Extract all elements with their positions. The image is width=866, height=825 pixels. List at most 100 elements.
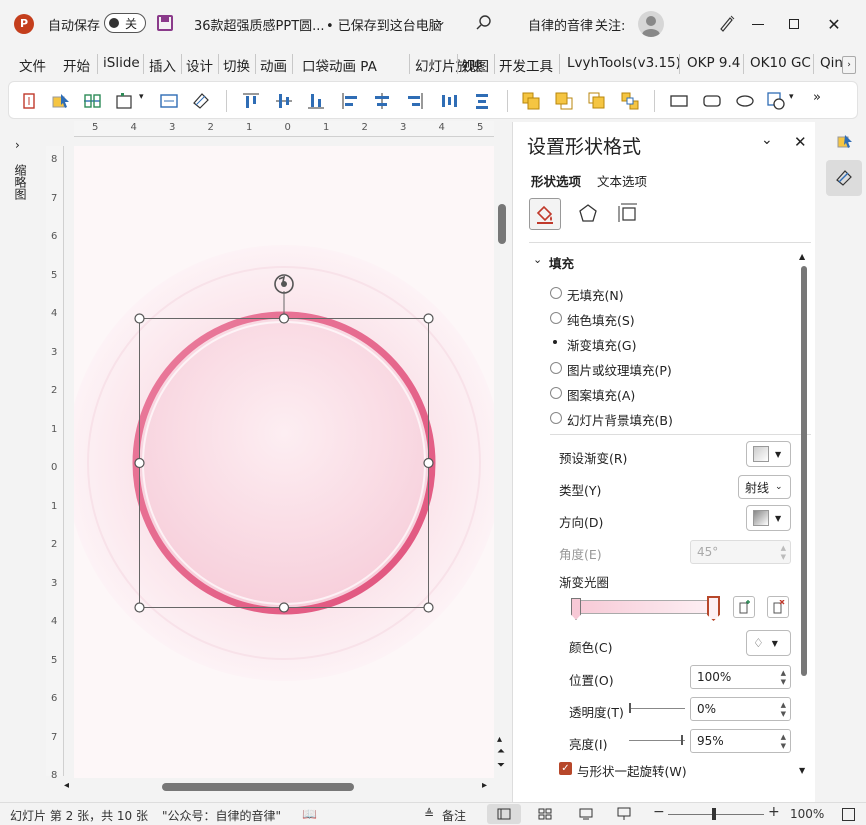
label-solid-fill[interactable]: 纯色填充(S) [567, 310, 635, 329]
add-stop-icon[interactable] [733, 596, 755, 618]
spin-up-icon[interactable]: ▲ [781, 733, 786, 741]
chevron-down-icon[interactable]: ⌄ [436, 14, 446, 28]
scroll-up-icon[interactable]: ▲ [799, 252, 805, 261]
bring-to-front-icon[interactable] [587, 91, 607, 111]
menu-pocket-animation[interactable]: 口袋动画 PA [302, 55, 377, 75]
bring-forward-icon[interactable] [521, 91, 541, 111]
reading-view-icon[interactable] [576, 805, 596, 823]
thumbnail-label[interactable]: 缩略图 [12, 164, 29, 200]
scroll-right-icon[interactable]: ▸ [482, 780, 487, 791]
radio-solid-fill[interactable] [550, 312, 562, 324]
spin-down-icon[interactable]: ▼ [781, 742, 786, 750]
select-shape-icon[interactable] [51, 91, 71, 111]
label-pattern-fill[interactable]: 图案填充(A) [567, 385, 635, 404]
slide-counter[interactable]: 幻灯片 第 2 张，共 10 张 [10, 807, 148, 824]
menu-file[interactable]: 文件 [19, 55, 46, 75]
expand-thumbnails-icon[interactable]: › [15, 138, 20, 152]
gradient-stop-handle-right[interactable] [707, 596, 720, 621]
scrollbar-thumb[interactable] [162, 783, 354, 791]
label-gradient-fill[interactable]: 渐变填充(G) [567, 335, 636, 354]
format-shape-toggle-icon[interactable] [826, 160, 862, 196]
section-fill-label[interactable]: 填充 [549, 253, 574, 272]
menu-animations[interactable]: 动画 [260, 55, 287, 75]
slide-canvas[interactable] [74, 146, 494, 778]
save-status[interactable]: • 已保存到这台电脑 [326, 15, 442, 34]
radio-slide-bg-fill[interactable] [550, 412, 562, 424]
avatar[interactable] [638, 11, 664, 37]
dropdown-arrow-icon[interactable]: ▾ [789, 92, 794, 102]
section-collapse-icon[interactable]: ⌄ [533, 253, 542, 266]
menu-transitions[interactable]: 切换 [223, 55, 250, 75]
zoom-in-icon[interactable]: + [768, 804, 780, 820]
align-right-icon[interactable] [405, 91, 425, 111]
menu-qin[interactable]: Qin [820, 55, 842, 71]
prev-slide-icon[interactable]: ⏶ [497, 746, 505, 757]
tab-text-options[interactable]: 文本选项 [597, 171, 647, 190]
label-no-fill[interactable]: 无填充(N) [567, 285, 624, 304]
notes-icon[interactable]: ≜ [424, 807, 434, 821]
menu-lvyhtools[interactable]: LvyhTools(v3.15) [567, 55, 681, 71]
type-dropdown[interactable]: 射线 ⌄ [738, 475, 791, 499]
align-connect-icon[interactable] [82, 91, 102, 111]
gradient-stop-handle-left[interactable] [571, 598, 581, 620]
brightness-input[interactable]: 95% ▲ ▼ [690, 729, 791, 753]
distribute-vertical-icon[interactable] [472, 91, 492, 111]
zoom-slider[interactable] [668, 808, 764, 820]
zoom-level[interactable]: 100% [790, 807, 824, 821]
color-picker-dropdown[interactable]: ♢ ▼ [746, 630, 791, 656]
scrollbar-thumb[interactable] [498, 204, 506, 244]
radio-pattern-fill[interactable] [550, 387, 562, 399]
menu-islide[interactable]: iSlide [103, 55, 140, 71]
shapes-gallery-icon[interactable] [766, 91, 786, 111]
pen-icon[interactable] [718, 14, 736, 32]
horizontal-ruler[interactable]: 5 4 3 2 1 0 1 2 3 4 5 [74, 121, 494, 137]
scroll-down-icon[interactable]: ▼ [799, 766, 805, 775]
spin-down-icon[interactable]: ▼ [781, 710, 786, 718]
position-input[interactable]: 100% ▲ ▼ [690, 665, 791, 689]
dropdown-arrow-icon[interactable]: ▾ [139, 92, 144, 102]
vertical-ruler[interactable]: 8 7 6 5 4 3 2 1 0 1 2 3 4 5 6 7 8 [46, 146, 64, 781]
ribbon-more-icon[interactable]: » [813, 90, 821, 105]
menu-okp[interactable]: OKP 9.4 [687, 55, 740, 71]
align-top-icon[interactable] [241, 91, 261, 111]
rotate-with-shape-label[interactable]: 与形状一起旋转(W) [577, 761, 687, 780]
spin-up-icon[interactable]: ▲ [781, 701, 786, 709]
rectangle-shape-icon[interactable] [669, 91, 689, 111]
horizontal-scrollbar[interactable]: ◂ ▸ [64, 780, 494, 794]
slide-sorter-icon[interactable] [535, 805, 555, 823]
menu-ok10[interactable]: OK10 GC [750, 55, 811, 71]
zoom-out-icon[interactable]: − [653, 804, 665, 820]
radio-picture-fill[interactable] [550, 362, 562, 374]
preset-gradient-dropdown[interactable]: ▼ [746, 441, 791, 467]
distribute-horizontal-icon[interactable] [439, 91, 459, 111]
tab-shape-options[interactable]: 形状选项 [531, 171, 581, 190]
transparency-input[interactable]: 0% ▲ ▼ [690, 697, 791, 721]
oval-shape-icon[interactable] [735, 91, 755, 111]
effects-icon[interactable] [573, 198, 603, 228]
text-direction-icon[interactable] [19, 91, 39, 111]
send-backward-icon[interactable] [554, 91, 574, 111]
fit-to-window-icon[interactable] [842, 808, 855, 821]
menu-home[interactable]: 开始 [63, 55, 90, 75]
close-pane-icon[interactable]: ✕ [794, 133, 807, 151]
pane-options-icon[interactable]: ⌄ [761, 132, 773, 148]
menu-design[interactable]: 设计 [186, 55, 213, 75]
accessibility-icon[interactable]: 📖 [302, 807, 317, 821]
vertical-scrollbar[interactable]: ▴ ⏶ ⏷ [495, 146, 509, 778]
align-bottom-icon[interactable] [306, 91, 326, 111]
slider-thumb[interactable] [629, 703, 631, 713]
size-properties-icon[interactable] [613, 198, 643, 228]
spin-up-icon[interactable]: ▲ [781, 669, 786, 677]
gradient-stops-bar[interactable] [573, 600, 713, 614]
send-to-back-icon[interactable] [620, 91, 640, 111]
label-slide-bg-fill[interactable]: 幻灯片背景填充(B) [567, 410, 673, 429]
scroll-left-icon[interactable]: ◂ [64, 780, 69, 791]
pane-scrollbar[interactable]: ▲ ▼ [799, 252, 809, 780]
menu-view[interactable]: 视图 [462, 55, 489, 75]
zoom-slider-thumb[interactable] [712, 808, 716, 820]
fill-line-icon[interactable] [529, 198, 561, 230]
menu-insert[interactable]: 插入 [149, 55, 176, 75]
selection-pane-icon[interactable] [833, 130, 857, 154]
notes-button[interactable]: 备注 [442, 807, 466, 824]
close-button[interactable]: ✕ [822, 12, 846, 36]
